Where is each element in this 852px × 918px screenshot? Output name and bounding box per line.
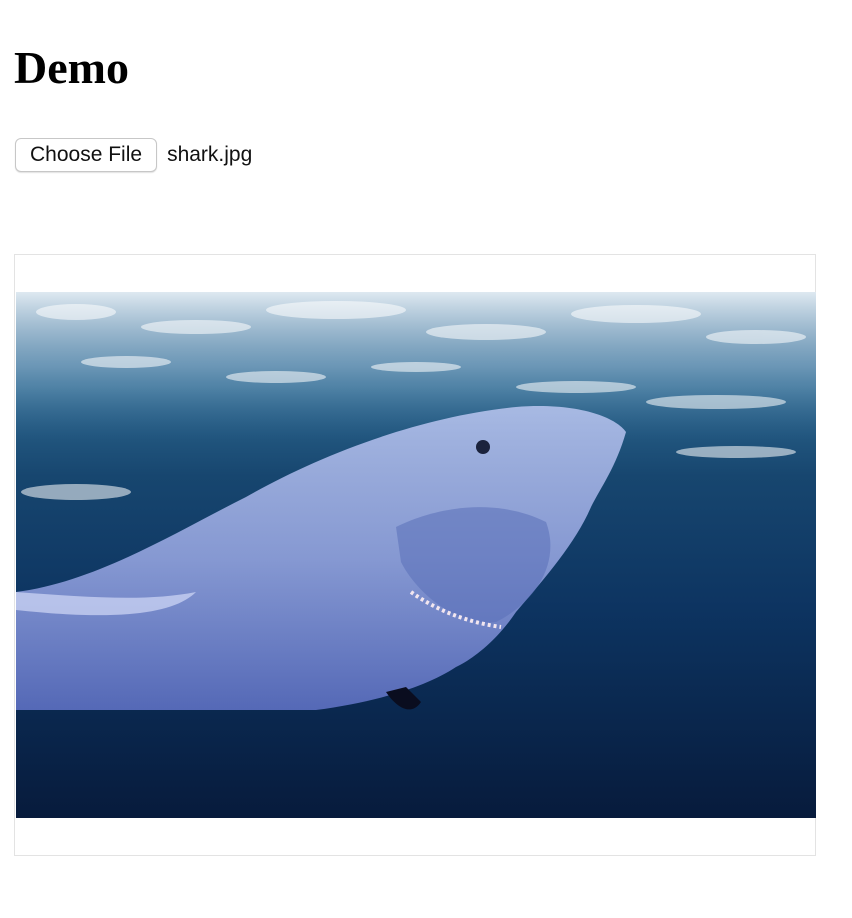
choose-file-button[interactable]: Choose File: [15, 138, 158, 172]
shark-photo: [16, 292, 816, 818]
image-preview-frame: [14, 254, 816, 856]
page-title: Demo: [14, 42, 129, 93]
file-input[interactable]: Choose File shark.jpg: [15, 138, 252, 172]
selected-file-name: shark.jpg: [167, 143, 253, 166]
